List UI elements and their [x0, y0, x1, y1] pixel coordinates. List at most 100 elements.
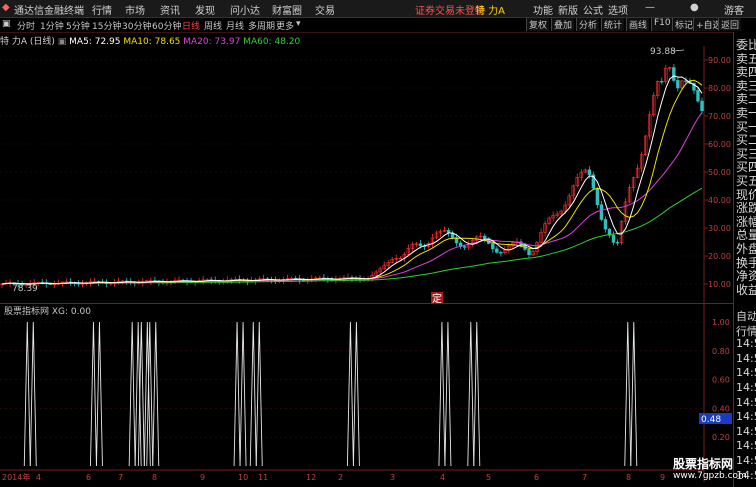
- tick-list-item: 14:5: [736, 337, 756, 351]
- main-y-tick-label: 50.00: [708, 168, 731, 177]
- period-tab-multi[interactable]: 多周期: [248, 19, 275, 32]
- user-icon[interactable]: ●: [690, 2, 699, 13]
- more-chevron-icon[interactable]: ▾: [296, 19, 301, 29]
- main-y-tick-label: 30.00: [708, 224, 731, 233]
- signal-spike: [249, 321, 257, 467]
- menu-item-trade[interactable]: 交易: [315, 2, 335, 17]
- signal-spike: [352, 321, 360, 467]
- candle-body: [527, 249, 531, 256]
- candle-body: [491, 243, 495, 250]
- main-y-tick-label: 80.00: [708, 84, 731, 93]
- x-axis-label: 3: [390, 473, 395, 482]
- candle-body: [499, 252, 503, 254]
- tick-list-item: 14:5: [736, 366, 756, 380]
- x-axis-label: 6: [86, 473, 91, 482]
- menu-item-market[interactable]: 市场: [125, 2, 145, 17]
- x-axis-label: 2: [338, 473, 343, 482]
- period-tab-more[interactable]: 更多: [276, 19, 294, 32]
- current-value-label: 0.48: [701, 415, 721, 425]
- tool-statistics[interactable]: 统计: [601, 18, 625, 31]
- menu-bar: ◆ 通达信金融终端 行情 市场 资讯 发现 问小达 财富圈 交易 证券交易未登录…: [0, 0, 756, 18]
- candle-body: [700, 100, 704, 112]
- sub-y-tick-label: 0.40: [712, 404, 730, 413]
- high-price-label: 93.88: [650, 47, 676, 57]
- quote-field-label: 收益: [736, 282, 756, 297]
- x-axis-label: 10: [238, 473, 248, 482]
- menu-item-function[interactable]: 功能: [533, 2, 553, 17]
- tick-list-item: 14:5: [736, 395, 756, 409]
- period-tab-5min[interactable]: 5分钟: [66, 19, 90, 32]
- tick-list-item: 14:5: [736, 424, 756, 438]
- low-price-label: 78.39: [12, 284, 38, 294]
- x-axis-label: 8: [626, 473, 631, 482]
- menu-item-wealth[interactable]: 财富圈: [272, 2, 302, 17]
- panel-toggle-icon[interactable]: ▣: [2, 19, 11, 29]
- tick-list-item: 14:5: [736, 381, 756, 394]
- signal-spike: [624, 321, 632, 467]
- signal-spike: [152, 321, 160, 467]
- main-y-tick-label: 20.00: [708, 252, 731, 261]
- app-logo-icon: ◆: [2, 2, 10, 13]
- signal-spike: [233, 321, 241, 467]
- period-tab-60min[interactable]: 60分钟: [152, 19, 181, 32]
- menu-item-news[interactable]: 资讯: [160, 2, 180, 17]
- x-axis-label: 5: [486, 473, 491, 482]
- sub-y-tick-label: 0.80: [712, 347, 730, 356]
- x-axis-label: 9: [200, 473, 205, 482]
- candle-body: [672, 67, 676, 81]
- tool-restore-rights[interactable]: 复权: [526, 18, 550, 31]
- indicator-chart[interactable]: 1.00 0.80 0.60 0.40 0.20 2014年 4 6 7 8 9 10 11 12 2 3 4…: [0, 304, 733, 482]
- signal-spike: [630, 321, 638, 467]
- signal-spike: [473, 321, 481, 467]
- candle-body: [660, 80, 664, 83]
- main-y-tick-label: 90.00: [708, 56, 731, 65]
- period-tab-daily[interactable]: 日线: [182, 19, 200, 32]
- x-axis-label: 4: [440, 473, 445, 482]
- main-y-tick-label: 70.00: [708, 112, 731, 121]
- menu-item-ask[interactable]: 问小达: [230, 2, 260, 17]
- menu-item-formula[interactable]: 公式: [583, 2, 603, 17]
- signal-spike: [239, 321, 247, 467]
- guest-label[interactable]: 游客: [724, 2, 744, 17]
- candle-body: [696, 90, 700, 102]
- tool-analysis[interactable]: 分析: [576, 18, 600, 31]
- tick-list-item: 14:5: [736, 410, 756, 424]
- period-tab-1min[interactable]: 1分钟: [40, 19, 64, 32]
- indicator-title: 股票指标网 XG: 0.00: [4, 305, 91, 317]
- candle-body: [462, 246, 467, 248]
- x-axis-label: 8: [152, 473, 157, 482]
- menu-item-market-quote[interactable]: 行情: [92, 2, 112, 17]
- x-axis-label: 9: [660, 473, 665, 482]
- x-axis-label: 7: [582, 473, 587, 482]
- candles: [0, 63, 704, 289]
- period-tab-intraday[interactable]: 分时: [17, 19, 35, 32]
- signal-spikes: [23, 321, 638, 467]
- candle-body: [495, 248, 499, 253]
- period-tab-30min[interactable]: 30分钟: [122, 19, 151, 32]
- x-axis-label: 7: [118, 473, 123, 482]
- candle-body: [446, 230, 451, 234]
- app-title: 通达信金融终端: [14, 6, 84, 17]
- tool-overlay[interactable]: 叠加: [551, 18, 575, 31]
- tick-list-item: 14:5: [736, 439, 756, 453]
- watermark-title: 股票指标网: [673, 457, 734, 471]
- menu-item-new[interactable]: 新版: [558, 2, 578, 17]
- tick-list-item: 自动: [736, 310, 756, 323]
- tool-f10[interactable]: F10: [651, 18, 673, 31]
- signal-spike: [128, 321, 136, 467]
- quote-side-panel: 委比 卖五 卖四 卖三 卖二 卖一 买一 买二 买三 买四 买五 现价 涨跌 涨幅 总量 外盘 换手 净资 收益 自动…: [733, 32, 756, 487]
- period-tab-15min[interactable]: 15分钟: [92, 19, 121, 32]
- menu-item-discover[interactable]: 发现: [195, 2, 215, 17]
- main-y-tick-label: 10.00: [708, 280, 731, 289]
- candle-body: [483, 235, 487, 239]
- minimize-icon[interactable]: —: [645, 2, 655, 13]
- tool-mark[interactable]: 标记: [672, 18, 696, 31]
- tool-back[interactable]: 返回: [718, 18, 742, 31]
- main-y-tick-label: 60.00: [708, 140, 731, 149]
- menu-item-options[interactable]: 选项: [608, 2, 628, 17]
- kline-chart[interactable]: 90.00 80.00 70.00 60.00 50.00 40.00 30.00 20.00…: [0, 46, 733, 304]
- tool-draw-line[interactable]: 画线: [626, 18, 650, 31]
- signal-spike: [23, 321, 31, 467]
- period-tab-weekly[interactable]: 周线: [204, 19, 222, 32]
- period-tab-monthly[interactable]: 月线: [226, 19, 244, 32]
